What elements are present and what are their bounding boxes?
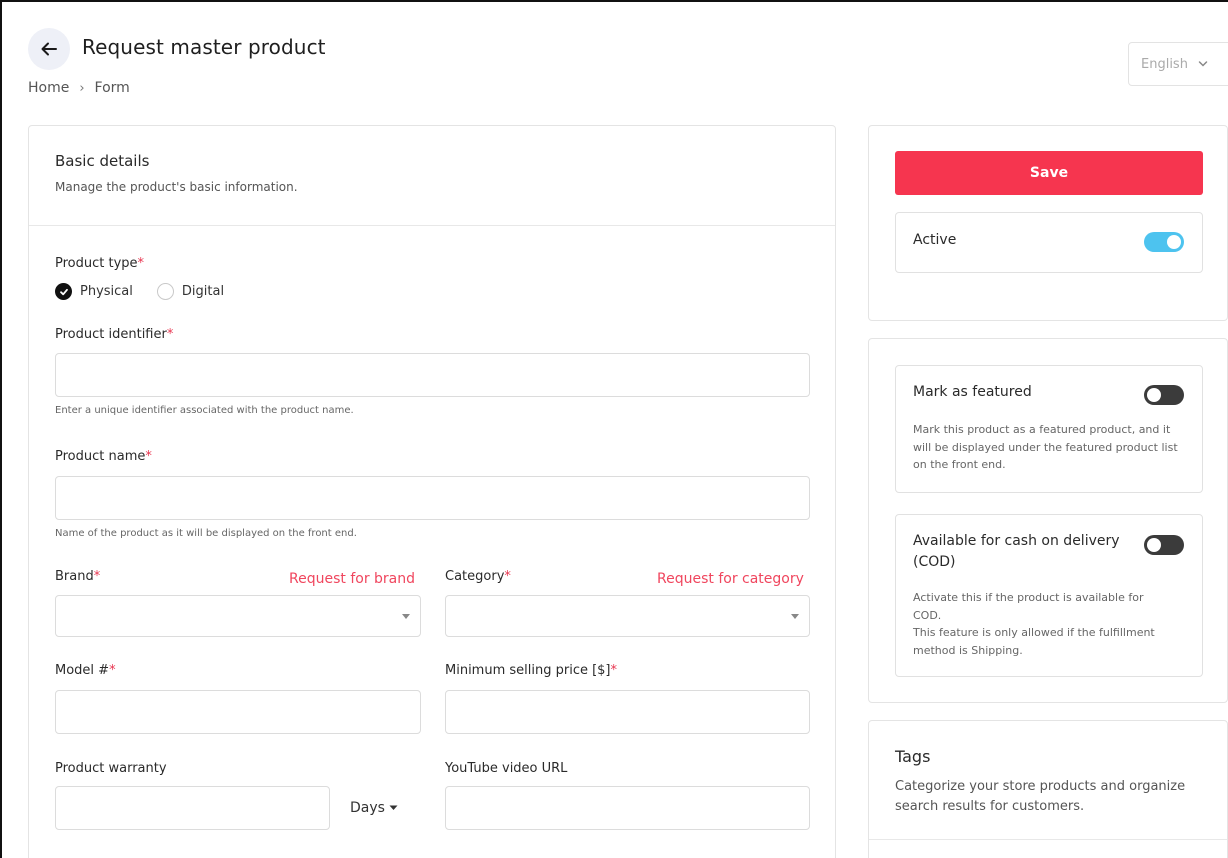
back-button[interactable]	[28, 28, 70, 70]
min-price-label-text: Minimum selling price [$]	[445, 663, 611, 678]
youtube-label: YouTube video URL	[445, 761, 568, 776]
featured-label: Mark as featured	[913, 384, 1032, 400]
product-identifier-label: Product identifier*	[55, 327, 173, 342]
chevron-down-icon	[1198, 61, 1208, 67]
options-card: Mark as featured Mark this product as a …	[868, 338, 1228, 703]
section-subtitle: Manage the product's basic information.	[55, 180, 298, 194]
tags-title: Tags	[895, 747, 931, 766]
request-brand-link[interactable]: Request for brand	[289, 571, 415, 587]
radio-digital[interactable]	[156, 283, 174, 300]
cod-description: Activate this if the product is availabl…	[913, 589, 1173, 659]
chevron-right-icon: ›	[79, 80, 85, 96]
category-select[interactable]	[445, 595, 810, 637]
cod-description-line-2: This feature is only allowed if the fulf…	[913, 626, 1155, 657]
request-category-link[interactable]: Request for category	[657, 571, 804, 587]
caret-down-icon	[389, 805, 398, 810]
required-mark: *	[145, 449, 152, 464]
basic-details-card: Basic details Manage the product's basic…	[28, 125, 836, 858]
model-input[interactable]	[55, 690, 421, 734]
page-title: Request master product	[82, 35, 326, 59]
publish-card: Save Active	[868, 125, 1228, 321]
product-name-label-text: Product name	[55, 449, 146, 464]
tags-divider	[869, 839, 1227, 840]
model-label-text: Model #	[55, 663, 110, 678]
required-mark: *	[166, 327, 174, 342]
required-mark: *	[109, 663, 116, 678]
radio-physical[interactable]	[55, 283, 72, 300]
toggle-knob	[1167, 235, 1181, 249]
warranty-unit-label: Days	[350, 800, 385, 816]
breadcrumb-home[interactable]: Home	[28, 80, 69, 96]
active-toggle[interactable]	[1144, 232, 1184, 252]
cod-label: Available for cash on delivery (COD)	[913, 533, 1120, 570]
active-label: Active	[913, 232, 957, 248]
product-type-label-text: Product type	[55, 256, 138, 271]
save-button[interactable]: Save	[895, 151, 1203, 195]
featured-description: Mark this product as a featured product,…	[913, 423, 1178, 471]
product-identifier-hint: Enter a unique identifier associated wit…	[55, 405, 354, 416]
cod-description-line-1: Activate this if the product is availabl…	[913, 591, 1144, 622]
breadcrumb-form: Form	[94, 80, 130, 96]
required-mark: *	[610, 663, 618, 678]
cod-box: Available for cash on delivery (COD) Act…	[895, 514, 1203, 677]
product-type-label: Product type*	[55, 256, 144, 271]
required-mark: *	[504, 569, 511, 584]
caret-down-icon	[402, 614, 410, 619]
toggle-knob	[1147, 538, 1161, 552]
featured-box: Mark as featured Mark this product as a …	[895, 365, 1203, 493]
radio-digital-label[interactable]: Digital	[182, 284, 224, 299]
product-type-radio-group: Physical Digital	[55, 283, 224, 300]
basic-details-header: Basic details Manage the product's basic…	[29, 126, 835, 226]
check-icon	[59, 288, 68, 295]
category-label-text: Category	[445, 569, 505, 584]
tags-description: Categorize your store products and organ…	[895, 779, 1186, 814]
language-value: English	[1141, 56, 1188, 72]
youtube-url-input[interactable]	[445, 786, 810, 830]
page-frame: Request master product Home › Form Engli…	[0, 0, 1228, 858]
product-name-hint: Name of the product as it will be displa…	[55, 528, 357, 539]
caret-down-icon	[791, 614, 799, 619]
brand-label: Brand*	[55, 569, 100, 584]
featured-toggle[interactable]	[1144, 385, 1184, 405]
warranty-unit-dropdown[interactable]: Days	[350, 800, 398, 816]
tags-card: Tags Categorize your store products and …	[868, 720, 1228, 858]
warranty-input[interactable]	[55, 786, 330, 830]
language-select[interactable]: English	[1128, 42, 1228, 86]
product-name-input[interactable]	[55, 476, 810, 520]
product-name-label: Product name*	[55, 449, 152, 464]
product-identifier-label-text: Product identifier	[55, 327, 167, 342]
category-label: Category*	[445, 569, 511, 584]
required-mark: *	[93, 569, 101, 584]
section-title: Basic details	[55, 152, 150, 170]
min-price-label: Minimum selling price [$]*	[445, 663, 617, 678]
cod-toggle[interactable]	[1144, 535, 1184, 555]
min-price-input[interactable]	[445, 690, 810, 734]
brand-label-text: Brand	[55, 569, 94, 584]
toggle-knob	[1147, 388, 1161, 402]
model-label: Model #*	[55, 663, 116, 678]
brand-select[interactable]	[55, 595, 421, 637]
breadcrumb: Home › Form	[28, 80, 130, 96]
required-mark: *	[137, 256, 145, 271]
active-box: Active	[895, 212, 1203, 273]
product-identifier-input[interactable]	[55, 353, 810, 397]
arrow-left-icon	[41, 42, 57, 56]
warranty-label: Product warranty	[55, 761, 167, 776]
radio-physical-label[interactable]: Physical	[80, 284, 133, 299]
